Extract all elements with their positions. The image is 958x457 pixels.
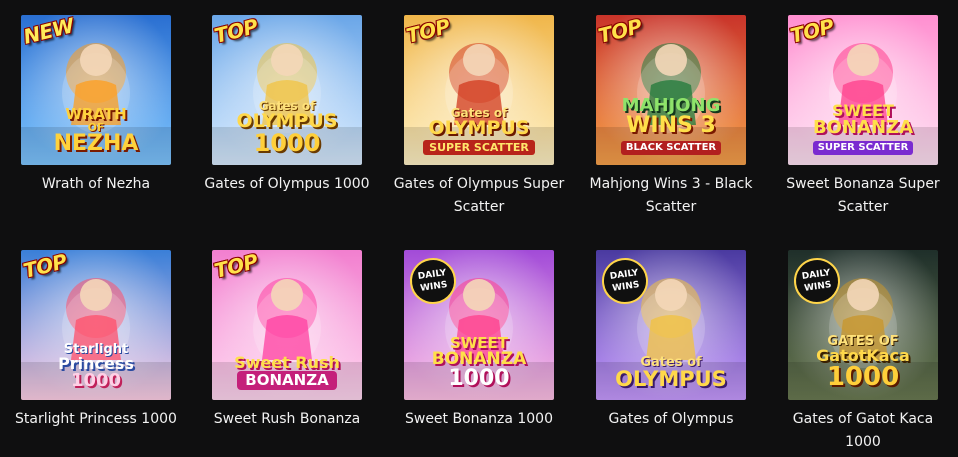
game-thumbnail[interactable]: TOP Gates of OLYMPUS 1000 [212,15,362,165]
game-card[interactable]: TOP Gates of OLYMPUS SUPER SCATTER Gates… [383,15,575,219]
game-thumbnail[interactable]: DAILY WINS Gates of OLYMPUS [596,250,746,400]
game-card[interactable]: TOP Gates of OLYMPUS 1000 Gates of Olymp… [191,15,383,196]
game-thumbnail[interactable]: DAILY WINS GATES OF GatotKaca 1000 [788,250,938,400]
game-thumbnail[interactable]: TOP MAHJONG WINS 3 BLACK SCATTER [596,15,746,165]
game-card[interactable]: DAILY WINS Gates of OLYMPUS Gates of Oly… [575,250,767,431]
game-title[interactable]: Mahjong Wins 3 - Black Scatter [575,173,767,219]
game-card[interactable]: DAILY WINS SWEET BONANZA 1000 Sweet Bona… [383,250,575,431]
game-thumbnail[interactable]: TOP Gates of OLYMPUS SUPER SCATTER [404,15,554,165]
game-thumbnail[interactable]: TOP Sweet Rush BONANZA [212,250,362,400]
game-card[interactable]: TOP Sweet Rush BONANZA Sweet Rush Bonanz… [191,250,383,431]
game-grid: NEW WRATH OF NEZHA Wrath of Nezha TOP Ga… [0,0,958,457]
game-title[interactable]: Sweet Bonanza 1000 [383,408,575,431]
game-title[interactable]: Sweet Rush Bonanza [191,408,383,431]
game-card[interactable]: DAILY WINS GATES OF GatotKaca 1000 Gates… [767,250,958,454]
game-title[interactable]: Starlight Princess 1000 [0,408,192,431]
game-card[interactable]: TOP MAHJONG WINS 3 BLACK SCATTER Mahjong… [575,15,767,219]
game-title[interactable]: Wrath of Nezha [0,173,192,196]
game-title[interactable]: Gates of Olympus 1000 [191,173,383,196]
game-title[interactable]: Gates of Gatot Kaca 1000 [767,408,958,454]
game-card[interactable]: NEW WRATH OF NEZHA Wrath of Nezha [0,15,192,196]
game-title[interactable]: Gates of Olympus Super Scatter [383,173,575,219]
game-thumbnail[interactable]: TOP Starlight Princess 1000 [21,250,171,400]
game-card[interactable]: TOP SWEET BONANZA SUPER SCATTER Sweet Bo… [767,15,958,219]
game-title[interactable]: Gates of Olympus [575,408,767,431]
game-thumbnail[interactable]: NEW WRATH OF NEZHA [21,15,171,165]
game-thumbnail[interactable]: DAILY WINS SWEET BONANZA 1000 [404,250,554,400]
game-title[interactable]: Sweet Bonanza Super Scatter [767,173,958,219]
game-thumbnail[interactable]: TOP SWEET BONANZA SUPER SCATTER [788,15,938,165]
game-card[interactable]: TOP Starlight Princess 1000 Starlight Pr… [0,250,192,431]
